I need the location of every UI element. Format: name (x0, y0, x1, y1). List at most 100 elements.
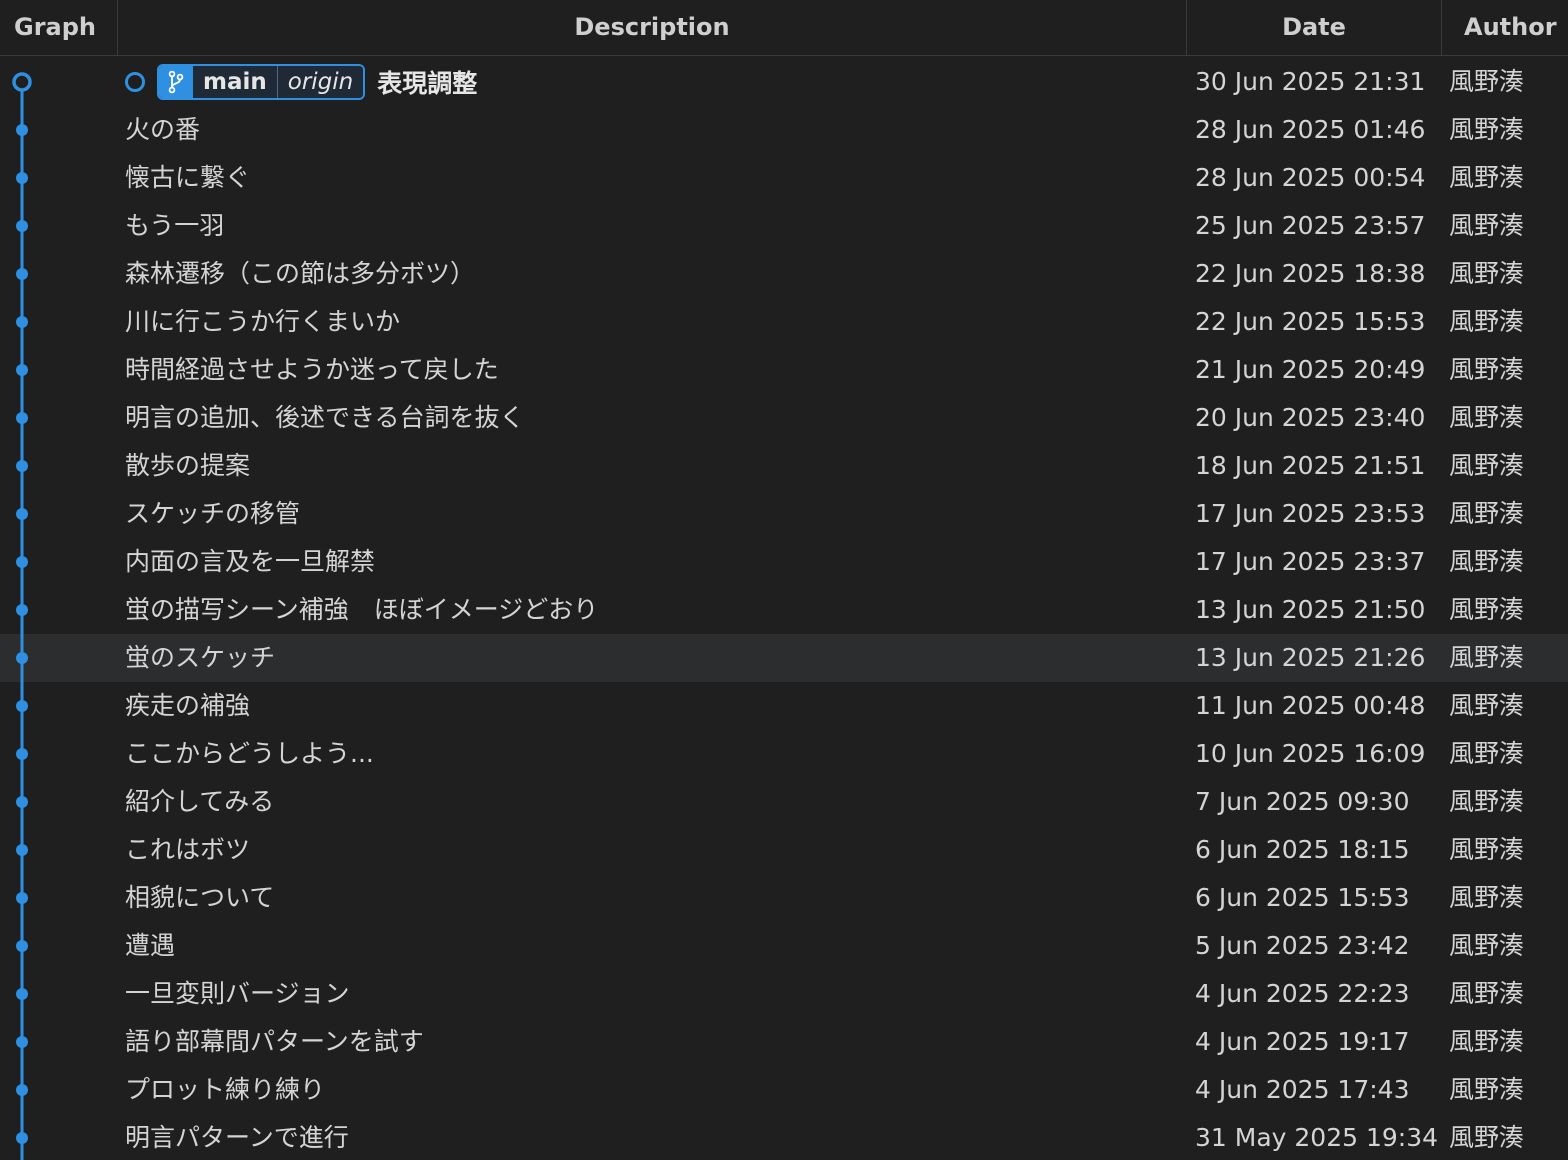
commit-author: 風野湊 (1449, 163, 1525, 192)
commit-author: 風野湊 (1449, 259, 1525, 288)
table-row[interactable]: スケッチの移管 17 Jun 2025 23:53 風野湊 (0, 490, 1568, 538)
commit-author: 風野湊 (1449, 211, 1525, 240)
commit-message: 懐古に繋ぐ (125, 163, 251, 192)
commit-author: 風野湊 (1449, 307, 1525, 336)
table-header: Graph Description Date Author (0, 0, 1568, 56)
commit-author: 風野湊 (1449, 835, 1525, 864)
commit-date: 11 Jun 2025 00:48 (1195, 691, 1426, 720)
commit-message: 内面の言及を一旦解禁 (125, 547, 376, 576)
branch-name: main (193, 66, 278, 98)
table-row[interactable]: これはボツ 6 Jun 2025 18:15 風野湊 (0, 826, 1568, 874)
table-row[interactable]: 疾走の補強 11 Jun 2025 00:48 風野湊 (0, 682, 1568, 730)
commit-date: 6 Jun 2025 18:15 (1195, 835, 1410, 864)
commit-date: 25 Jun 2025 23:57 (1195, 211, 1426, 240)
commit-message: スケッチの移管 (125, 499, 301, 528)
commit-author: 風野湊 (1449, 1123, 1525, 1152)
commit-date: 13 Jun 2025 21:50 (1195, 595, 1426, 624)
git-branch-icon (159, 66, 193, 98)
commit-author: 風野湊 (1449, 931, 1525, 960)
column-header-date[interactable]: Date (1187, 0, 1442, 56)
table-row[interactable]: 明言パターンで進行 31 May 2025 19:34 風野湊 (0, 1114, 1568, 1160)
commit-message: もう一羽 (125, 211, 225, 240)
commit-author: 風野湊 (1449, 1027, 1525, 1056)
commit-date: 28 Jun 2025 00:54 (1195, 163, 1426, 192)
commit-date: 21 Jun 2025 20:49 (1195, 355, 1426, 384)
commit-date: 4 Jun 2025 22:23 (1195, 979, 1410, 1008)
table-row[interactable]: 遭遇 5 Jun 2025 23:42 風野湊 (0, 922, 1568, 970)
table-row[interactable]: 明言の追加、後述できる台詞を抜く 20 Jun 2025 23:40 風野湊 (0, 394, 1568, 442)
commit-author: 風野湊 (1449, 883, 1525, 912)
commit-date: 18 Jun 2025 21:51 (1195, 451, 1426, 480)
commit-message: 紹介してみる (125, 787, 275, 816)
commit-date: 13 Jun 2025 21:26 (1195, 643, 1426, 672)
commit-message: 散歩の提案 (125, 451, 251, 480)
commit-date: 20 Jun 2025 23:40 (1195, 403, 1426, 432)
commit-message: 森林遷移（この節は多分ボツ） (125, 259, 476, 288)
commit-message: 火の番 (125, 115, 201, 144)
table-row[interactable]: 相貌について 6 Jun 2025 15:53 風野湊 (0, 874, 1568, 922)
commit-message: 一旦変則バージョン (125, 979, 350, 1008)
commit-author: 風野湊 (1449, 595, 1525, 624)
commit-message: 蛍のスケッチ (125, 643, 276, 672)
commit-author: 風野湊 (1449, 739, 1525, 768)
commit-date: 22 Jun 2025 15:53 (1195, 307, 1426, 336)
table-row-head[interactable]: main origin 表現調整 30 Jun 2025 21:31 風野湊 (0, 58, 1568, 106)
table-row[interactable]: プロット練り練り 4 Jun 2025 17:43 風野湊 (0, 1066, 1568, 1114)
table-row[interactable]: 懐古に繋ぐ 28 Jun 2025 00:54 風野湊 (0, 154, 1568, 202)
commit-message: 明言の追加、後述できる台詞を抜く (125, 403, 525, 432)
table-row[interactable]: 語り部幕間パターンを試す 4 Jun 2025 19:17 風野湊 (0, 1018, 1568, 1066)
commit-date: 22 Jun 2025 18:38 (1195, 259, 1426, 288)
commit-message: 語り部幕間パターンを試す (125, 1027, 424, 1056)
commit-message: 川に行こうか行くまいか (125, 307, 401, 336)
head-marker-icon (125, 72, 145, 92)
column-header-description[interactable]: Description (118, 0, 1187, 56)
table-row[interactable]: 森林遷移（この節は多分ボツ） 22 Jun 2025 18:38 風野湊 (0, 250, 1568, 298)
commit-date: 17 Jun 2025 23:53 (1195, 499, 1426, 528)
commit-date: 30 Jun 2025 21:31 (1195, 67, 1426, 96)
commit-author: 風野湊 (1449, 1075, 1525, 1104)
commit-author: 風野湊 (1449, 67, 1525, 96)
remote-name: origin (277, 66, 364, 98)
commit-message: 明言パターンで進行 (125, 1123, 349, 1152)
commit-message: ここからどうしよう... (125, 739, 374, 768)
commit-message: 時間経過させようか迷って戻した (125, 355, 499, 384)
table-row[interactable]: 川に行こうか行くまいか 22 Jun 2025 15:53 風野湊 (0, 298, 1568, 346)
commit-author: 風野湊 (1449, 115, 1525, 144)
branch-ref-badge[interactable]: main origin (157, 64, 366, 100)
commit-message: 遭遇 (125, 931, 176, 960)
commit-author: 風野湊 (1449, 499, 1525, 528)
commit-history-table: Graph Description Date Author main origi… (0, 0, 1568, 1160)
commit-date: 6 Jun 2025 15:53 (1195, 883, 1410, 912)
table-row[interactable]: 内面の言及を一旦解禁 17 Jun 2025 23:37 風野湊 (0, 538, 1568, 586)
commit-author: 風野湊 (1449, 451, 1525, 480)
table-row[interactable]: 蛍の描写シーン補強 ほぼイメージどおり 13 Jun 2025 21:50 風野湊 (0, 586, 1568, 634)
commit-date: 31 May 2025 19:34 (1195, 1123, 1439, 1152)
commit-author: 風野湊 (1449, 403, 1525, 432)
commit-message: 疾走の補強 (125, 691, 251, 720)
table-row[interactable]: 蛍のスケッチ 13 Jun 2025 21:26 風野湊 (0, 634, 1568, 682)
table-row[interactable]: 一旦変則バージョン 4 Jun 2025 22:23 風野湊 (0, 970, 1568, 1018)
commit-date: 4 Jun 2025 17:43 (1195, 1075, 1410, 1104)
table-row[interactable]: 火の番 28 Jun 2025 01:46 風野湊 (0, 106, 1568, 154)
commit-message: 蛍の描写シーン補強 ほぼイメージどおり (125, 595, 599, 624)
commit-author: 風野湊 (1449, 787, 1525, 816)
commit-author: 風野湊 (1449, 691, 1525, 720)
table-row[interactable]: もう一羽 25 Jun 2025 23:57 風野湊 (0, 202, 1568, 250)
table-row[interactable]: 散歩の提案 18 Jun 2025 21:51 風野湊 (0, 442, 1568, 490)
commit-message: 相貌について (125, 883, 275, 912)
commit-date: 4 Jun 2025 19:17 (1195, 1027, 1410, 1056)
commit-date: 10 Jun 2025 16:09 (1195, 739, 1426, 768)
table-row[interactable]: 時間経過させようか迷って戻した 21 Jun 2025 20:49 風野湊 (0, 346, 1568, 394)
commit-author: 風野湊 (1449, 643, 1525, 672)
commit-list: main origin 表現調整 30 Jun 2025 21:31 風野湊 火… (0, 58, 1568, 1160)
commit-date: 28 Jun 2025 01:46 (1195, 115, 1426, 144)
commit-author: 風野湊 (1449, 547, 1525, 576)
column-header-graph[interactable]: Graph (0, 0, 118, 56)
table-row[interactable]: ここからどうしよう... 10 Jun 2025 16:09 風野湊 (0, 730, 1568, 778)
commit-message: 表現調整 (377, 69, 478, 98)
column-header-author[interactable]: Author (1442, 0, 1568, 56)
table-row[interactable]: 紹介してみる 7 Jun 2025 09:30 風野湊 (0, 778, 1568, 826)
commit-date: 5 Jun 2025 23:42 (1195, 931, 1410, 960)
commit-author: 風野湊 (1449, 979, 1525, 1008)
commit-date: 7 Jun 2025 09:30 (1195, 787, 1410, 816)
